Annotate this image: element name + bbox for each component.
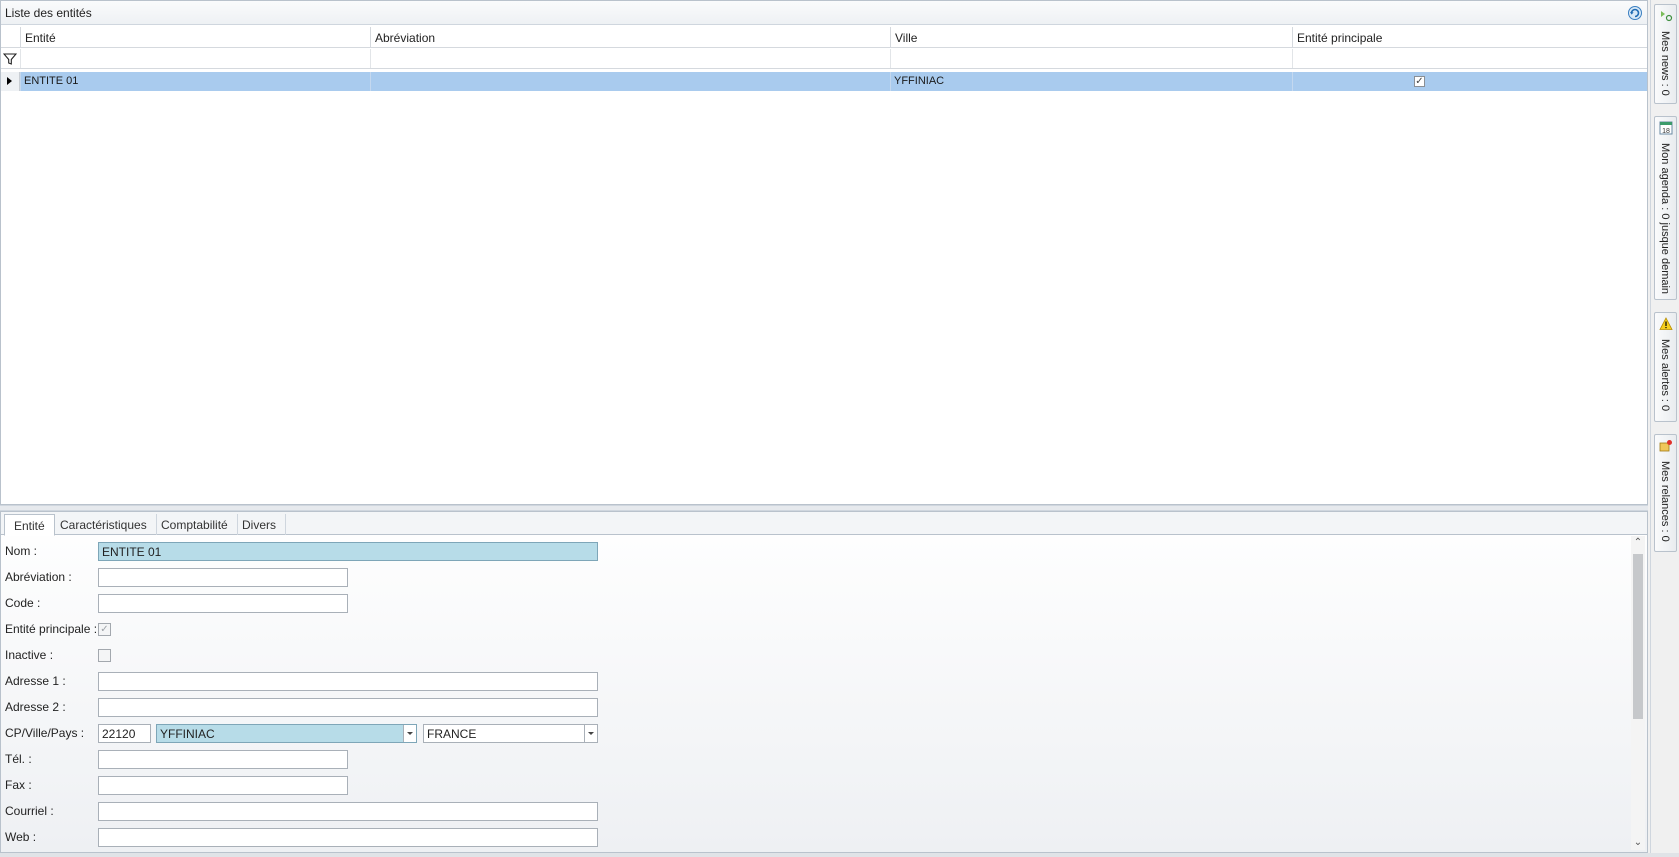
- filter-cell-principale[interactable]: [1292, 49, 1548, 68]
- web-label: Web :: [5, 830, 37, 844]
- tab-caracteristiques[interactable]: Caractéristiques: [51, 514, 157, 535]
- news-icon: [1661, 11, 1673, 22]
- abreviation-label: Abréviation :: [5, 570, 72, 584]
- current-row-arrow-icon: [7, 77, 12, 85]
- reminder-icon: [1659, 440, 1672, 452]
- scroll-up-icon[interactable]: ⌃: [1631, 536, 1645, 550]
- warning-icon: [1659, 317, 1673, 330]
- cell-ville: YFFINIAC: [890, 72, 1292, 91]
- nom-field[interactable]: ENTITE 01: [98, 542, 598, 561]
- abreviation-field[interactable]: [98, 568, 348, 587]
- calendar-icon: 18: [1659, 121, 1673, 135]
- cell-principale: ✓: [1292, 72, 1548, 91]
- adresse2-field[interactable]: [98, 698, 598, 717]
- inactive-checkbox[interactable]: [98, 649, 111, 662]
- pays-value: FRANCE: [427, 727, 477, 741]
- nom-label: Nom :: [5, 544, 38, 558]
- ville-combobox[interactable]: YFFINIAC: [156, 724, 417, 743]
- courriel-field[interactable]: [98, 802, 598, 821]
- tel-label: Tél. :: [5, 752, 32, 766]
- calendar-day: 18: [1662, 128, 1670, 135]
- cp-ville-pays-label: CP/Ville/Pays :: [5, 726, 85, 740]
- pays-combobox[interactable]: FRANCE: [423, 724, 598, 743]
- tab-divers[interactable]: Divers: [233, 514, 287, 535]
- adresse1-field[interactable]: [98, 672, 598, 691]
- entite-principale-label: Entité principale :: [5, 622, 98, 636]
- ville-value: YFFINIAC: [160, 727, 215, 741]
- form-scrollbar[interactable]: ⌃ ⌄: [1631, 536, 1645, 850]
- courriel-label: Courriel :: [5, 804, 54, 818]
- alertes-label: Mes alertes : 0: [1659, 339, 1671, 412]
- filter-cell-ville[interactable]: [890, 49, 1292, 68]
- column-header-abreviation[interactable]: Abréviation: [370, 27, 890, 48]
- code-field[interactable]: [98, 594, 348, 613]
- tab-comptabilite[interactable]: Comptabilité: [152, 514, 238, 535]
- scroll-down-icon[interactable]: ⌄: [1631, 836, 1645, 850]
- inactive-label: Inactive :: [5, 648, 54, 662]
- column-header-entite[interactable]: Entité: [20, 27, 370, 48]
- adresse2-label: Adresse 2 :: [5, 700, 66, 714]
- filter-cell-entite[interactable]: [20, 49, 370, 68]
- bottom-strip: [0, 853, 1679, 857]
- web-field[interactable]: [98, 828, 598, 847]
- sidebar-tab-news[interactable]: Mes news : 0: [1654, 4, 1677, 104]
- tab-entite[interactable]: Entité: [4, 514, 55, 536]
- scrollbar-thumb[interactable]: [1633, 554, 1643, 719]
- cell-abreviation: [370, 72, 890, 91]
- table-row[interactable]: ENTITE 01 YFFINIAC ✓: [1, 72, 1647, 91]
- tel-field[interactable]: [98, 750, 348, 769]
- filter-icon[interactable]: [3, 52, 17, 66]
- principale-checkbox-readonly: ✓: [1414, 76, 1425, 87]
- row-indicator: [1, 72, 20, 91]
- entity-form: Nom : ENTITE 01 Abréviation : Code : Ent…: [1, 536, 1647, 852]
- detail-tabs: Entité Caractéristiques Comptabilité Div…: [1, 512, 1647, 536]
- ville-dropdown-arrow-icon[interactable]: [403, 725, 416, 742]
- list-panel-header: Liste des entités: [1, 1, 1647, 25]
- notification-sidebar: Mes news : 0 18 Mon agenda : 0 jusque de…: [1650, 0, 1679, 857]
- code-postal-field[interactable]: 22120: [98, 724, 151, 743]
- sidebar-tab-relances[interactable]: Mes relances : 0: [1654, 434, 1677, 552]
- agenda-label: Mon agenda : 0 jusque demain: [1659, 143, 1671, 295]
- pays-dropdown-arrow-icon[interactable]: [584, 725, 597, 742]
- refresh-icon[interactable]: [1627, 5, 1643, 21]
- column-header-ville[interactable]: Ville: [890, 27, 1292, 48]
- cell-entite: ENTITE 01: [20, 72, 370, 91]
- grid-header: Entité Abréviation Ville Entité principa…: [1, 27, 1647, 48]
- filter-cell-abreviation[interactable]: [370, 49, 890, 68]
- fax-field[interactable]: [98, 776, 348, 795]
- sidebar-tab-agenda[interactable]: 18 Mon agenda : 0 jusque demain: [1654, 116, 1677, 300]
- code-label: Code :: [5, 596, 41, 610]
- fax-label: Fax :: [5, 778, 32, 792]
- entity-list-panel: Liste des entités Entité Abréviation Vil…: [0, 0, 1648, 505]
- sidebar-tab-alertes[interactable]: Mes alertes : 0: [1654, 312, 1677, 422]
- news-label: Mes news : 0: [1659, 31, 1671, 96]
- filter-row: [1, 49, 1647, 69]
- entity-detail-panel: Entité Caractéristiques Comptabilité Div…: [0, 511, 1648, 853]
- list-panel-title: Liste des entités: [5, 6, 92, 20]
- entite-principale-checkbox[interactable]: ✓: [98, 623, 111, 636]
- column-header-entite-principale[interactable]: Entité principale: [1292, 27, 1548, 48]
- relances-label: Mes relances : 0: [1659, 461, 1671, 542]
- adresse1-label: Adresse 1 :: [5, 674, 66, 688]
